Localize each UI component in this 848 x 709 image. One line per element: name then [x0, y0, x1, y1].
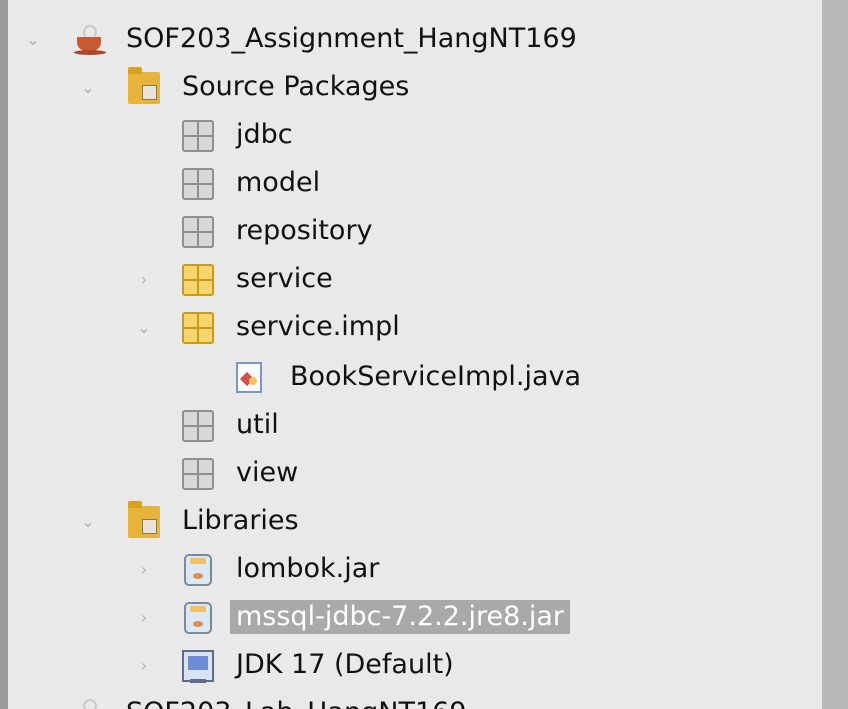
chevron-right-icon[interactable]: ›	[137, 658, 151, 674]
java-file-label: BookServiceImpl.java	[290, 361, 582, 392]
package-node-service-impl[interactable]: ⌄ service.impl	[8, 304, 822, 352]
source-packages-node[interactable]: ⌄ Source Packages	[8, 64, 822, 112]
package-label: service	[236, 263, 333, 294]
coffee-icon	[72, 698, 110, 709]
library-folder-icon	[128, 501, 160, 538]
chevron-right-icon[interactable]: ›	[137, 610, 151, 626]
chevron-down-icon[interactable]: ⌄	[26, 32, 40, 48]
java-file-node[interactable]: BookServiceImpl.java	[8, 354, 822, 402]
package-label: util	[236, 409, 279, 440]
jdk-icon	[182, 650, 214, 683]
second-project-node[interactable]: ⌄ SOF203_Lab_HangNT169	[8, 690, 822, 709]
package-label: model	[236, 167, 321, 198]
library-label: JDK 17 (Default)	[236, 649, 454, 680]
package-icon	[182, 264, 214, 296]
library-item-jdk[interactable]: › JDK 17 (Default)	[8, 642, 822, 690]
coffee-icon	[72, 24, 110, 56]
project-node[interactable]: ⌄ SOF203_Assignment_HangNT169	[8, 16, 822, 64]
package-label: jdbc	[236, 119, 293, 150]
package-icon	[182, 168, 214, 200]
chevron-right-icon[interactable]: ›	[137, 272, 151, 288]
left-border	[0, 0, 8, 709]
package-icon	[182, 410, 214, 442]
project-label: SOF203_Assignment_HangNT169	[126, 23, 577, 54]
package-label: service.impl	[236, 311, 400, 342]
project-tree: ⌄ SOF203_Assignment_HangNT169 ⌄ Source P…	[8, 0, 822, 709]
library-item-lombok[interactable]: › lombok.jar	[8, 546, 822, 594]
package-icon	[182, 312, 214, 344]
source-folder-icon	[128, 67, 160, 104]
package-icon	[182, 216, 214, 248]
second-project-label: SOF203_Lab_HangNT169	[126, 696, 467, 709]
scrollbar[interactable]	[822, 0, 848, 709]
chevron-down-icon[interactable]: ⌄	[137, 320, 151, 336]
chevron-down-icon[interactable]: ⌄	[81, 80, 95, 96]
package-label: repository	[236, 215, 373, 246]
package-icon	[182, 120, 214, 152]
chevron-right-icon[interactable]: ›	[137, 562, 151, 578]
package-node-repository[interactable]: repository	[8, 208, 822, 256]
java-file-icon	[236, 362, 262, 393]
source-packages-label: Source Packages	[182, 71, 410, 102]
package-label: view	[236, 457, 299, 488]
package-node-jdbc[interactable]: jdbc	[8, 112, 822, 160]
library-label: lombok.jar	[236, 553, 380, 584]
package-node-util[interactable]: util	[8, 402, 822, 450]
package-icon	[182, 458, 214, 490]
library-item-mssql[interactable]: › mssql-jdbc-7.2.2.jre8.jar	[8, 594, 822, 642]
package-node-model[interactable]: model	[8, 160, 822, 208]
libraries-node[interactable]: ⌄ Libraries	[8, 498, 822, 546]
jar-icon	[184, 602, 212, 634]
jar-icon	[184, 554, 212, 586]
libraries-label: Libraries	[182, 505, 299, 536]
package-node-service[interactable]: › service	[8, 256, 822, 304]
chevron-down-icon[interactable]: ⌄	[81, 514, 95, 530]
package-node-view[interactable]: view	[8, 450, 822, 498]
selected-library-label: mssql-jdbc-7.2.2.jre8.jar	[230, 600, 570, 634]
